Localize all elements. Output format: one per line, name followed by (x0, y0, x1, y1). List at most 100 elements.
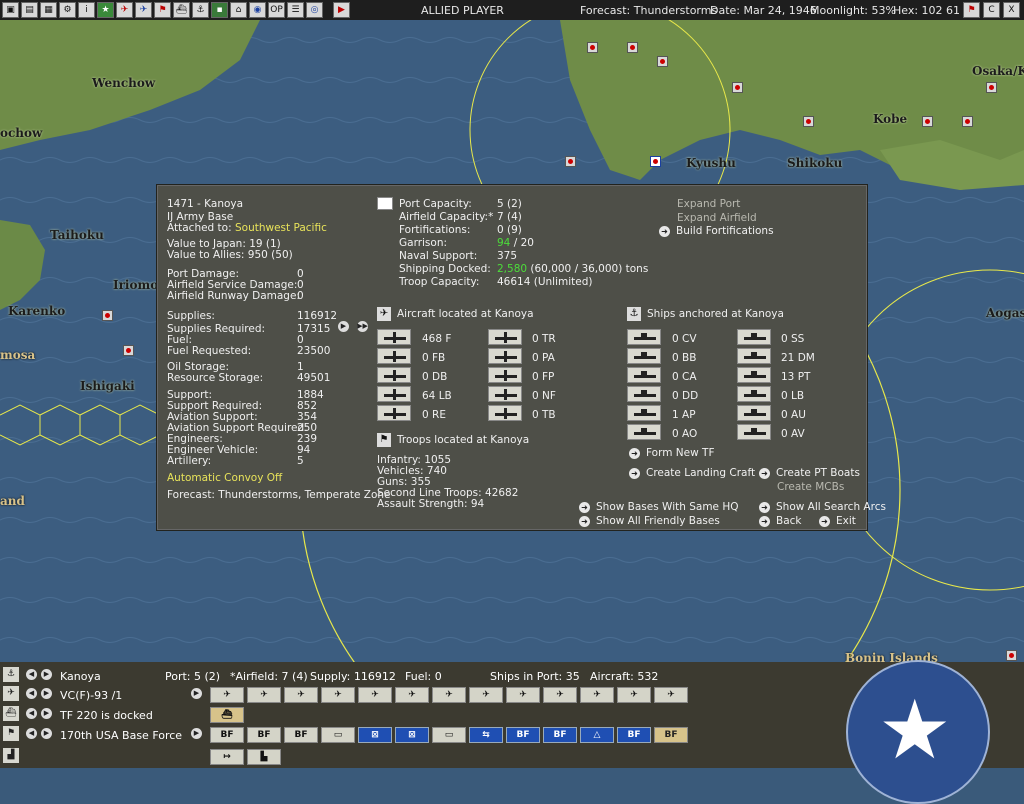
japanese-base-icon[interactable] (657, 56, 668, 67)
land-unit-slot-bf[interactable]: BF (210, 727, 244, 743)
aircraft-silhouette-icon[interactable] (488, 367, 522, 383)
japanese-base-icon[interactable] (732, 82, 743, 93)
japanese-base-icon[interactable] (986, 82, 997, 93)
japanese-base-icon[interactable] (102, 310, 113, 321)
ship-silhouette-icon[interactable] (737, 405, 771, 421)
task-force-ship-slot[interactable]: ⛴ (210, 707, 244, 723)
aircraft-silhouette-icon[interactable] (377, 348, 411, 364)
japanese-base-icon[interactable] (1006, 650, 1017, 661)
exit-button[interactable]: Exit (819, 515, 856, 527)
land-unit-slot-bf[interactable]: BF (247, 727, 281, 743)
blue-plane-icon[interactable]: ✈ (135, 2, 152, 18)
air-unit-slot[interactable]: ✈ (358, 687, 392, 703)
buildings-slot[interactable]: ▙ (247, 749, 281, 765)
japanese-base-icon[interactable] (803, 116, 814, 127)
air-unit-slot[interactable]: ✈ (210, 687, 244, 703)
aircraft-silhouette-icon[interactable] (488, 329, 522, 345)
air-unit-name[interactable]: VC(F)-93 /1 (60, 689, 122, 702)
air-unit-slot[interactable]: ✈ (395, 687, 429, 703)
center-window-button[interactable]: C (983, 2, 1000, 18)
japanese-base-icon[interactable] (587, 42, 598, 53)
air-unit-slot[interactable]: ✈ (617, 687, 651, 703)
ship-silhouette-icon[interactable] (737, 424, 771, 440)
tank-icon[interactable]: ▪ (211, 2, 228, 18)
next-land-unit-button[interactable]: ▶ (41, 728, 52, 739)
back-button[interactable]: Back (759, 515, 802, 527)
expand-port-link[interactable]: Expand Port (677, 198, 740, 210)
land-unit-slot[interactable]: ⊠ (358, 727, 392, 743)
next-base-button[interactable]: ▶ (41, 669, 52, 680)
automatic-convoy-toggle[interactable]: Automatic Convoy Off (167, 472, 282, 484)
air-unit-slot[interactable]: ✈ (654, 687, 688, 703)
gear-icon[interactable]: ⚙ (59, 2, 76, 18)
map-icon[interactable]: ▦ (40, 2, 57, 18)
create-landing-craft-link[interactable]: Create Landing Craft (629, 467, 755, 479)
japanese-base-icon[interactable] (922, 116, 933, 127)
prev-air-unit-button[interactable]: ◀ (26, 688, 37, 699)
air-unit-slot[interactable]: ✈ (284, 687, 318, 703)
play-icon[interactable]: ▶ (333, 2, 350, 18)
ship-silhouette-icon[interactable] (737, 386, 771, 402)
form-new-tf-link[interactable]: Form New TF (629, 447, 714, 459)
ship-silhouette-icon[interactable] (627, 424, 661, 440)
land-unit-name[interactable]: 170th USA Base Force (60, 729, 182, 742)
flag-window-button[interactable]: ⚑ (963, 2, 980, 18)
air-unit-slot[interactable]: ✈ (247, 687, 281, 703)
flag-icon[interactable]: ⚑ (154, 2, 171, 18)
base-name[interactable]: Kanoya (60, 670, 101, 683)
supplies-decrease-button[interactable]: ▶ (338, 321, 349, 332)
create-pt-boats-link[interactable]: Create PT Boats (759, 467, 860, 479)
land-unit-slot[interactable]: △ (580, 727, 614, 743)
prev-land-unit-button[interactable]: ◀ (26, 728, 37, 739)
next-air-unit-button[interactable]: ▶ (41, 688, 52, 699)
ship-silhouette-icon[interactable] (737, 329, 771, 345)
japanese-base-icon[interactable] (123, 345, 134, 356)
prev-tf-button[interactable]: ◀ (26, 708, 37, 719)
ship-silhouette-icon[interactable] (627, 386, 661, 402)
show-bases-same-hq-link[interactable]: Show Bases With Same HQ (579, 501, 739, 513)
air-unit-slot[interactable]: ✈ (432, 687, 466, 703)
ship-silhouette-icon[interactable] (627, 329, 661, 345)
land-unit-slot[interactable]: ⊠ (395, 727, 429, 743)
green-star-icon[interactable]: ★ (97, 2, 114, 18)
show-search-arcs-link[interactable]: Show All Search Arcs (759, 501, 886, 513)
plane-row-icon[interactable]: ✈ (3, 686, 19, 701)
ship-silhouette-icon[interactable] (627, 367, 661, 383)
aircraft-silhouette-icon[interactable] (488, 386, 522, 402)
ship-row-icon[interactable]: ⛴ (3, 706, 19, 721)
prev-base-button[interactable]: ◀ (26, 669, 37, 680)
attached-value-link[interactable]: Southwest Pacific (235, 222, 327, 234)
japanese-base-icon[interactable] (627, 42, 638, 53)
land-unit-slot[interactable]: ⇆ (469, 727, 503, 743)
flag-row-icon[interactable]: ⚑ (3, 726, 19, 741)
aircraft-silhouette-icon[interactable] (377, 329, 411, 345)
land-unit-action-button[interactable]: ▶ (191, 728, 202, 739)
chart-row-icon[interactable]: ▟ (3, 748, 19, 763)
japanese-base-icon[interactable] (962, 116, 973, 127)
anchor-icon[interactable]: ⚓ (192, 2, 209, 18)
air-unit-action-button[interactable]: ▶ (191, 688, 202, 699)
aircraft-silhouette-icon[interactable] (377, 367, 411, 383)
document-icon[interactable]: ▤ (21, 2, 38, 18)
land-unit-slot[interactable]: ▭ (321, 727, 355, 743)
aircraft-silhouette-icon[interactable] (377, 405, 411, 421)
air-unit-slot[interactable]: ✈ (543, 687, 577, 703)
list-icon[interactable]: ☰ (287, 2, 304, 18)
build-fortifications-link[interactable]: Build Fortifications (659, 225, 774, 237)
air-unit-slot[interactable]: ✈ (321, 687, 355, 703)
ship-silhouette-icon[interactable] (737, 348, 771, 364)
info-icon[interactable]: i (78, 2, 95, 18)
land-unit-slot-bf[interactable]: BF (654, 727, 688, 743)
aircraft-silhouette-icon[interactable] (488, 405, 522, 421)
movement-slot[interactable]: ↦ (210, 749, 244, 765)
us-flag-icon[interactable] (650, 156, 661, 167)
ship-silhouette-icon[interactable] (627, 405, 661, 421)
create-mcbs-link[interactable]: Create MCBs (777, 481, 844, 493)
land-unit-slot[interactable]: ▭ (432, 727, 466, 743)
ship-silhouette-icon[interactable] (737, 367, 771, 383)
land-unit-slot-bf[interactable]: BF (284, 727, 318, 743)
expand-airfield-link[interactable]: Expand Airfield (677, 212, 757, 224)
target-icon[interactable]: ◎ (306, 2, 323, 18)
op-button[interactable]: OP (268, 2, 285, 18)
show-friendly-bases-link[interactable]: Show All Friendly Bases (579, 515, 720, 527)
